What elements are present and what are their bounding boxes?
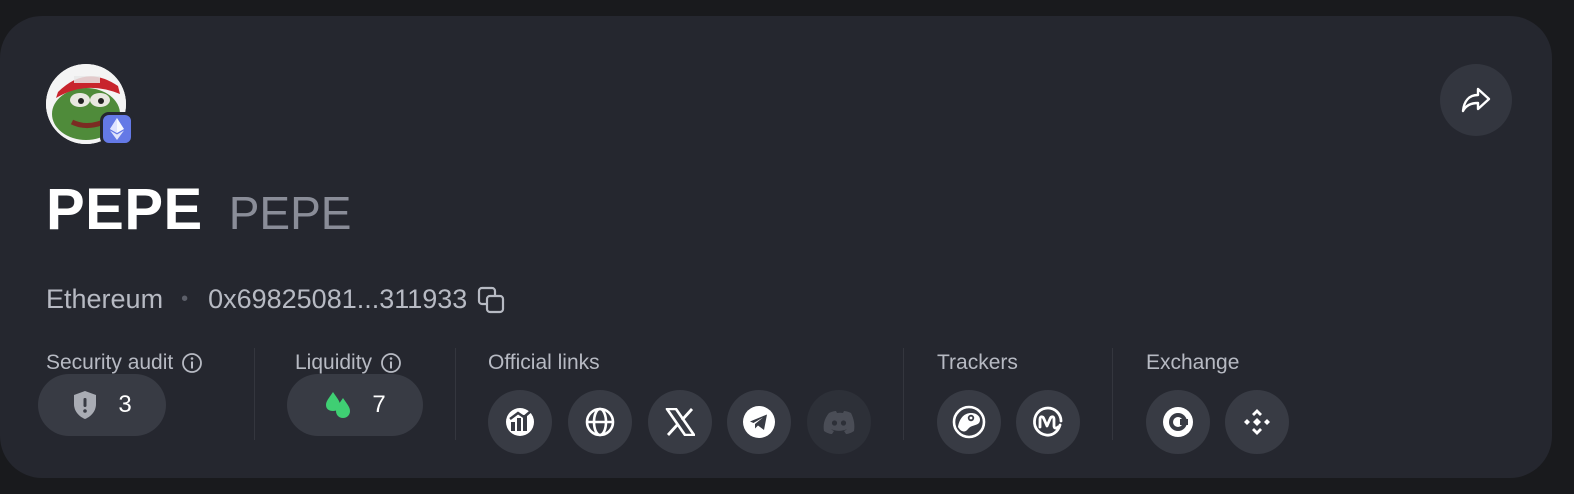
tracker-coingecko[interactable] <box>937 390 1001 454</box>
token-card: PEPE PEPE Ethereum • 0x69825081...311933… <box>0 16 1552 478</box>
coinbase-icon <box>1163 407 1193 437</box>
security-audit-button[interactable]: 3 <box>38 374 166 436</box>
share-icon <box>1461 87 1491 113</box>
contract-address: 0x69825081...311933 <box>208 284 468 314</box>
telegram-icon <box>743 406 775 438</box>
ethereum-chain-badge <box>100 112 134 146</box>
official-links-label: Official links <box>488 351 600 374</box>
coinmarket-chart-icon <box>506 408 534 436</box>
section-divider <box>254 348 255 440</box>
info-icon[interactable] <box>380 352 402 374</box>
section-divider <box>1112 348 1113 440</box>
globe-icon <box>585 407 615 437</box>
binance-icon <box>1244 409 1270 435</box>
exchange-binance[interactable] <box>1225 390 1289 454</box>
official-link-coinmarket[interactable] <box>488 390 552 454</box>
exchange-label: Exchange <box>1146 351 1240 374</box>
security-audit-count: 3 <box>118 391 132 418</box>
copy-address-button[interactable] <box>477 286 505 314</box>
section-divider <box>903 348 904 440</box>
trackers-section: Trackers <box>937 348 1018 378</box>
official-link-website[interactable] <box>568 390 632 454</box>
official-links-section: Official links <box>488 348 600 378</box>
discord-icon <box>823 411 855 434</box>
tracker-coinmarketcap[interactable] <box>1016 390 1080 454</box>
trackers-label: Trackers <box>937 351 1018 374</box>
separator-dot: • <box>181 288 189 310</box>
official-link-telegram[interactable] <box>727 390 791 454</box>
liquidity-drops-icon <box>326 392 351 418</box>
chain-name: Ethereum <box>46 284 164 314</box>
liquidity-label: Liquidity <box>295 351 373 374</box>
liquidity-button[interactable]: 7 <box>287 374 423 436</box>
official-link-discord[interactable] <box>807 390 871 454</box>
exchange-section: Exchange <box>1146 348 1239 378</box>
share-button[interactable] <box>1440 64 1512 136</box>
section-divider <box>455 348 456 440</box>
exchange-coinbase[interactable] <box>1146 390 1210 454</box>
ethereum-icon <box>110 118 124 140</box>
x-twitter-icon <box>665 408 695 436</box>
token-meta-row: Ethereum • 0x69825081...311933 <box>46 284 505 315</box>
token-symbol: PEPE <box>228 187 352 239</box>
info-icon[interactable] <box>181 352 203 374</box>
coingecko-icon <box>952 405 986 439</box>
token-title-row: PEPE PEPE <box>46 176 351 243</box>
coinmarketcap-icon <box>1033 406 1063 437</box>
security-audit-label: Security audit <box>46 351 174 374</box>
copy-icon <box>478 286 505 313</box>
shield-icon <box>74 391 97 419</box>
token-name: PEPE <box>46 177 203 242</box>
official-link-x[interactable] <box>648 390 712 454</box>
liquidity-count: 7 <box>372 391 386 418</box>
